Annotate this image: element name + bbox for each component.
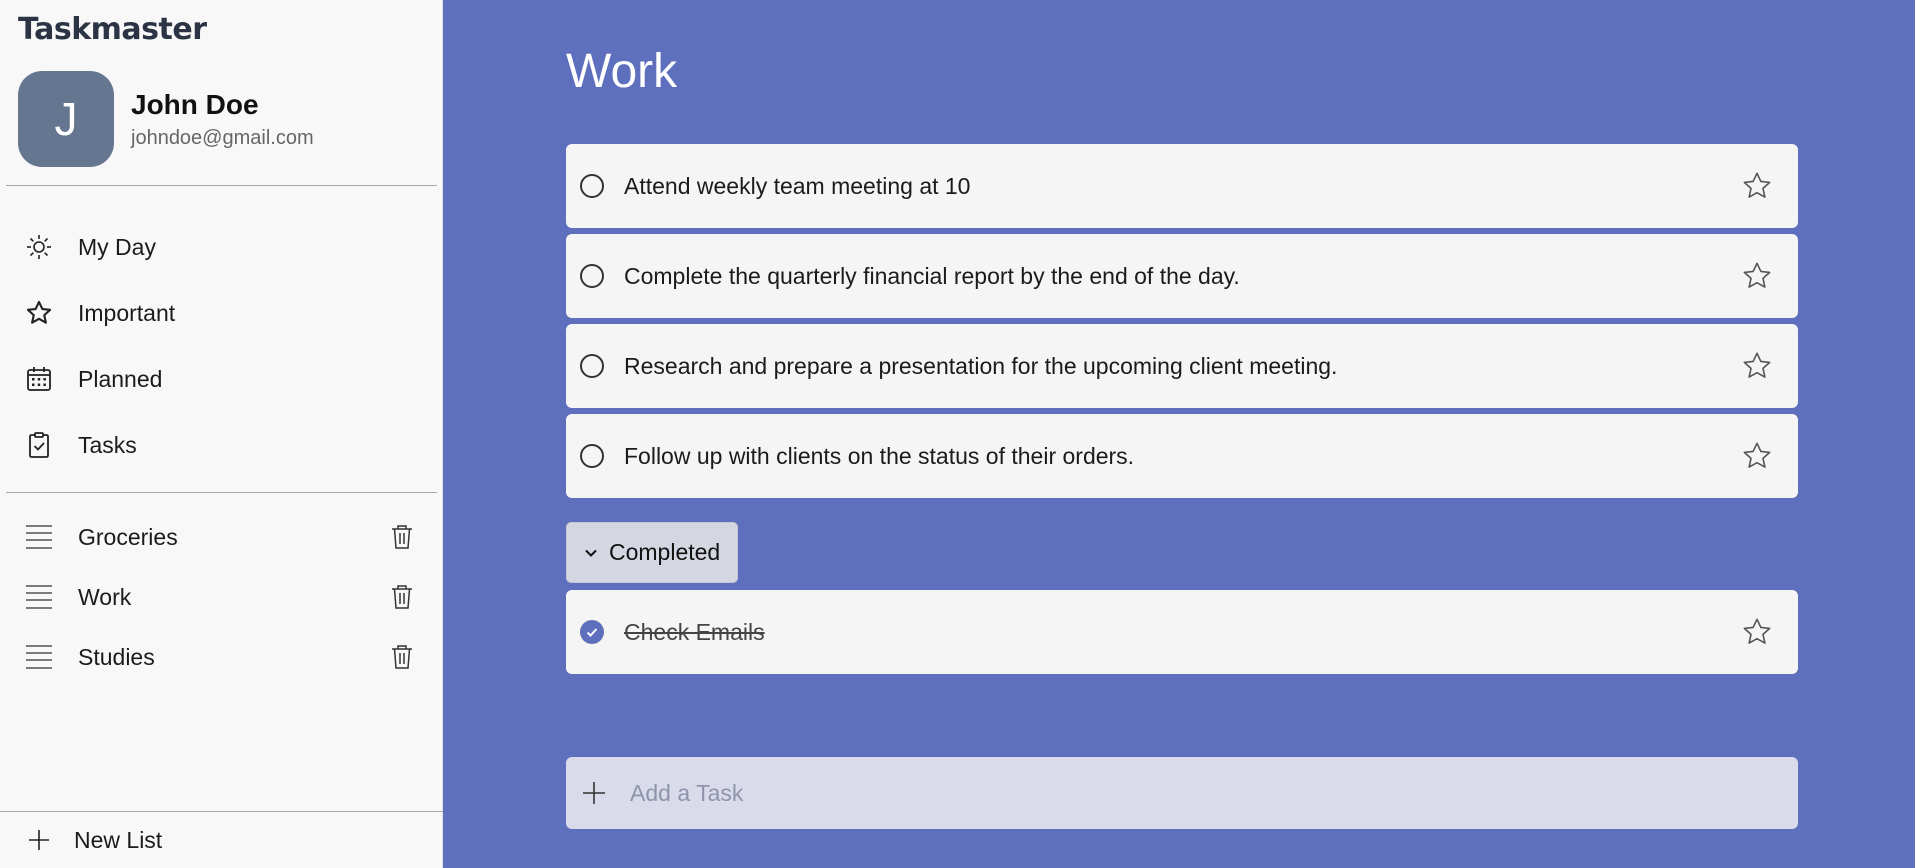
clipboard-check-icon	[24, 430, 54, 460]
task-text: Follow up with clients on the status of …	[624, 442, 1135, 469]
main-nav: My Day Important Planned Tasks	[0, 214, 443, 478]
user-profile: J John Doe johndoe@gmail.com	[18, 71, 314, 167]
profile-text: John Doe johndoe@gmail.com	[131, 89, 314, 150]
list-item-work[interactable]: Work	[0, 567, 443, 627]
nav-item-label: Tasks	[78, 431, 137, 458]
new-list-label: New List	[74, 826, 163, 853]
list-item-label: Studies	[78, 643, 155, 670]
list-item-studies[interactable]: Studies	[0, 627, 443, 687]
add-task-input[interactable]	[628, 778, 1798, 808]
trash-icon[interactable]	[389, 583, 415, 611]
task-item[interactable]: Attend weekly team meeting at 10	[566, 144, 1798, 228]
list-item-label: Groceries	[78, 523, 178, 550]
star-icon[interactable]	[1740, 615, 1774, 649]
nav-item-important[interactable]: Important	[0, 280, 443, 346]
star-icon[interactable]	[1740, 439, 1774, 473]
nav-item-tasks[interactable]: Tasks	[0, 412, 443, 478]
star-icon[interactable]	[1740, 349, 1774, 383]
task-checkbox[interactable]	[580, 264, 604, 288]
calendar-icon	[24, 364, 54, 394]
task-item[interactable]: Follow up with clients on the status of …	[566, 414, 1798, 498]
star-icon[interactable]	[1740, 169, 1774, 203]
add-task-bar	[566, 757, 1798, 829]
task-checkbox[interactable]	[580, 174, 604, 198]
nav-item-my-day[interactable]: My Day	[0, 214, 443, 280]
task-text: Research and prepare a presentation for …	[624, 352, 1338, 379]
task-item[interactable]: Complete the quarterly financial report …	[566, 234, 1798, 318]
avatar[interactable]: J	[18, 71, 114, 167]
sun-icon	[24, 232, 54, 262]
completed-toggle-button[interactable]: Completed	[566, 522, 738, 583]
main-panel: Work Attend weekly team meeting at 10 Co…	[443, 0, 1915, 868]
nav-item-label: My Day	[78, 233, 156, 260]
custom-lists: Groceries Work Studies	[0, 507, 443, 687]
task-checkbox[interactable]	[580, 444, 604, 468]
sidebar: Taskmaster J John Doe johndoe@gmail.com …	[0, 0, 443, 868]
task-text: Attend weekly team meeting at 10	[624, 172, 971, 199]
divider	[6, 492, 437, 493]
task-checkbox-checked[interactable]	[580, 620, 604, 644]
app-brand: Taskmaster	[18, 12, 207, 47]
new-list-button[interactable]: New List	[0, 811, 443, 868]
nav-item-label: Planned	[78, 365, 163, 392]
list-lines-icon	[24, 582, 54, 612]
divider	[6, 185, 437, 186]
trash-icon[interactable]	[389, 643, 415, 671]
user-name: John Doe	[131, 88, 259, 120]
nav-item-planned[interactable]: Planned	[0, 346, 443, 412]
list-lines-icon	[24, 522, 54, 552]
star-icon[interactable]	[1740, 259, 1774, 293]
task-item[interactable]: Research and prepare a presentation for …	[566, 324, 1798, 408]
completed-label: Completed	[609, 539, 721, 565]
user-email: johndoe@gmail.com	[131, 126, 314, 149]
task-text: Complete the quarterly financial report …	[624, 262, 1240, 289]
list-lines-icon	[24, 642, 54, 672]
star-icon	[24, 298, 54, 328]
completed-task-item[interactable]: Check Emails	[566, 590, 1798, 674]
task-text: Check Emails	[624, 618, 765, 645]
trash-icon[interactable]	[389, 523, 415, 551]
chevron-down-icon	[583, 544, 601, 562]
plus-icon	[26, 827, 52, 853]
page-title: Work	[566, 45, 678, 98]
plus-icon[interactable]	[580, 779, 608, 807]
list-item-label: Work	[78, 583, 132, 610]
nav-item-label: Important	[78, 299, 176, 326]
task-checkbox[interactable]	[580, 354, 604, 378]
list-item-groceries[interactable]: Groceries	[0, 507, 443, 567]
